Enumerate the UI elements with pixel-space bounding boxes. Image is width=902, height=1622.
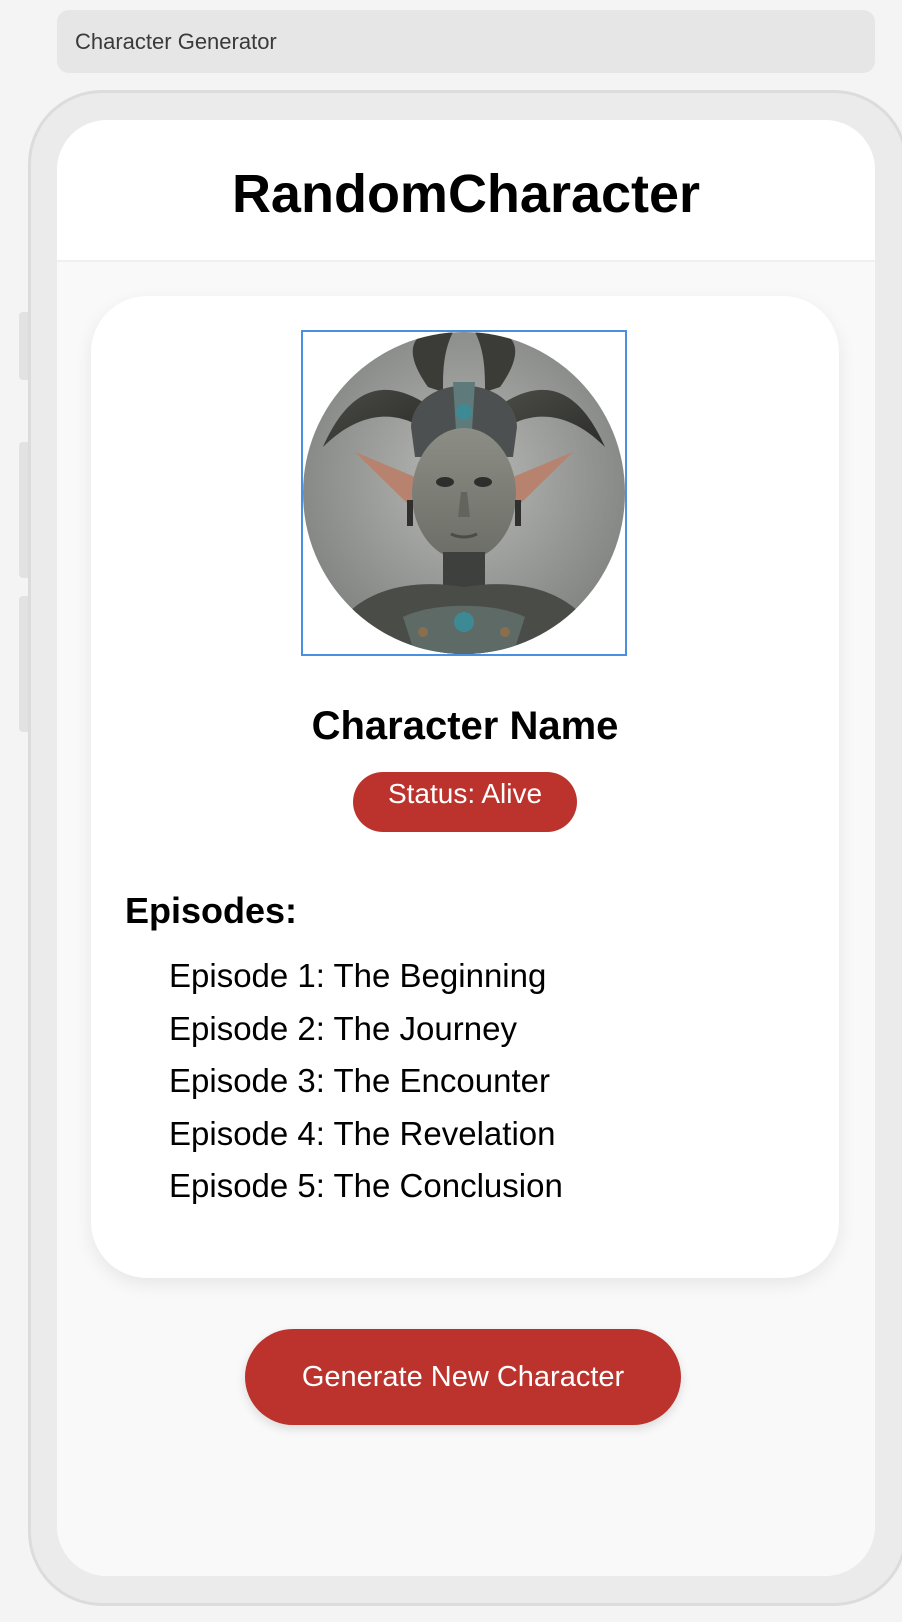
episode-item: Episode 4: The Revelation xyxy=(169,1114,556,1152)
episode-item: Episode 3: The Encounter xyxy=(169,1062,550,1099)
character-name: Character Name xyxy=(311,704,619,748)
main-content: Character Name Status: Alive Episodes: E… xyxy=(57,262,875,1576)
phone-side-button-mute xyxy=(19,312,28,380)
window-title-bar: Character Generator xyxy=(57,10,875,73)
character-image-frame[interactable] xyxy=(301,330,627,656)
window-title: Character Generator xyxy=(75,28,277,54)
app-header: RandomCharacter xyxy=(57,120,875,262)
episodes-heading: Episodes: xyxy=(125,890,298,931)
app-title: RandomCharacter xyxy=(231,164,701,224)
character-card: Character Name Status: Alive Episodes: E… xyxy=(91,296,839,1278)
episode-list: Episode 1: The Beginning Episode 2: The … xyxy=(169,950,563,1213)
status-badge: Status: Alive xyxy=(353,772,577,832)
phone-side-button-volume-up xyxy=(19,442,28,578)
generate-new-character-button[interactable]: Generate New Character xyxy=(245,1329,681,1425)
app-screen: RandomCharacter Character Name Status: A… xyxy=(57,120,875,1576)
phone-side-button-volume-down xyxy=(19,596,28,732)
character-portrait-image xyxy=(303,332,625,654)
episode-item: Episode 5: The Conclusion xyxy=(169,1167,563,1204)
episode-item: Episode 1: The Beginning xyxy=(169,957,547,994)
episode-item: Episode 2: The Journey xyxy=(169,1009,517,1047)
